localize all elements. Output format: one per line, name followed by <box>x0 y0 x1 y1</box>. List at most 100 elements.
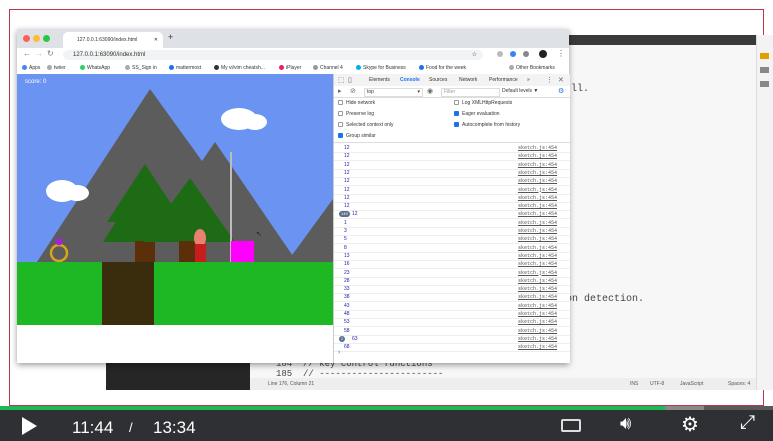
option-group-similar[interactable]: Group similar <box>338 133 376 139</box>
bookmark-item[interactable]: iPlayer <box>279 65 301 71</box>
bookmark-item[interactable]: Food for the week <box>419 65 466 71</box>
canyon <box>102 262 154 325</box>
option-eager-evaluation[interactable]: Eager evaluation <box>454 111 500 117</box>
extension-icon[interactable] <box>497 51 503 57</box>
play-icon[interactable] <box>22 417 37 435</box>
bookmark-item[interactable]: WhatsApp <box>80 65 110 71</box>
console-prompt[interactable]: › <box>338 349 340 356</box>
warning-icon[interactable] <box>760 53 769 59</box>
browser-tab[interactable]: 127.0.0.1:63090/index.html ✕ <box>63 32 163 48</box>
log-source-link[interactable]: sketch.js:454 <box>518 270 557 276</box>
close-devtools-icon[interactable]: ✕ <box>558 76 564 84</box>
log-source-link[interactable]: sketch.js:454 <box>518 195 557 201</box>
log-source-link[interactable]: sketch.js:454 <box>518 311 557 317</box>
checkbox[interactable] <box>454 111 459 117</box>
checkbox[interactable] <box>338 133 343 139</box>
log-source-link[interactable]: sketch.js:454 <box>518 211 557 217</box>
fullscreen-icon[interactable]: ⤢ <box>740 412 755 434</box>
log-source-link[interactable]: sketch.js:454 <box>518 319 557 325</box>
eye-icon[interactable]: ◉ <box>427 87 433 95</box>
checkbox[interactable] <box>338 111 343 117</box>
bookmark-item[interactable]: SS_Sign in <box>125 65 157 71</box>
log-levels-select[interactable]: Default levels ▼ <box>502 88 538 94</box>
option-selected-context[interactable]: Selected context only <box>338 122 394 128</box>
close-window-button[interactable] <box>23 35 30 42</box>
device-toggle-icon[interactable]: ▯ <box>348 76 352 84</box>
captions-icon[interactable] <box>561 419 581 432</box>
game-canvas[interactable]: score: 0 ↖ <box>17 74 333 325</box>
back-icon[interactable]: ← <box>23 49 31 58</box>
log-source-link[interactable]: sketch.js:454 <box>518 245 557 251</box>
checkbox[interactable] <box>338 122 343 128</box>
more-tabs-icon[interactable]: » <box>527 77 530 83</box>
inspect-icon[interactable]: ⬚ <box>338 76 345 84</box>
log-source-link[interactable]: sketch.js:454 <box>518 187 557 193</box>
indent-select[interactable]: Spaces: 4 <box>728 381 750 387</box>
context-select[interactable]: top ▾ <box>364 88 423 97</box>
tab-performance[interactable]: Performance <box>489 77 518 83</box>
option-preserve-log[interactable]: Preserve log <box>338 111 374 117</box>
option-hide-network[interactable]: Hide network <box>338 100 375 106</box>
bookmark-item[interactable]: mattermost <box>169 65 201 71</box>
log-source-link[interactable]: sketch.js:454 <box>518 344 557 350</box>
bookmark-item[interactable]: Other Bookmarks <box>509 65 555 71</box>
log-source-link[interactable]: sketch.js:454 <box>518 336 557 342</box>
log-source-link[interactable]: sketch.js:454 <box>518 228 557 234</box>
reload-icon[interactable]: ↻ <box>47 49 54 58</box>
checkbox[interactable] <box>454 122 459 128</box>
log-source-link[interactable]: sketch.js:454 <box>518 278 557 284</box>
option-autocomplete-history[interactable]: Autocomplete from history <box>454 122 520 128</box>
profile-avatar[interactable] <box>539 50 547 58</box>
bookmark-item[interactable]: My vi/vim cheatsh... <box>214 65 265 71</box>
log-source-link[interactable]: sketch.js:454 <box>518 220 557 226</box>
log-source-link[interactable]: sketch.js:454 <box>518 203 557 209</box>
log-source-link[interactable]: sketch.js:454 <box>518 236 557 242</box>
browser-window: 127.0.0.1:63090/index.html ✕ + ← → ↻ 127… <box>17 29 570 363</box>
bookmark-item[interactable]: Channel 4 <box>313 65 343 71</box>
bookmark-item[interactable]: Skype for Business <box>356 65 406 71</box>
cloud <box>65 185 89 201</box>
log-source-link[interactable]: sketch.js:454 <box>518 303 557 309</box>
editor-status-bar: Line 176, Column 21 INS UTF-8 JavaScript… <box>250 378 756 390</box>
image-icon[interactable] <box>760 67 769 73</box>
bookmark-item[interactable]: twiier <box>47 65 66 71</box>
log-source-link[interactable]: sketch.js:454 <box>518 145 557 151</box>
log-source-link[interactable]: sketch.js:454 <box>518 178 557 184</box>
menu-icon[interactable]: ⋮ <box>557 49 565 58</box>
extension-icon[interactable] <box>523 51 529 57</box>
tab-close-icon[interactable]: ✕ <box>154 32 158 48</box>
settings-menu-icon[interactable]: ⋮ <box>546 76 553 84</box>
extension-icon[interactable] <box>510 51 516 57</box>
volume-icon[interactable]: 🔊︎ <box>620 413 631 434</box>
language-select[interactable]: JavaScript <box>680 381 703 387</box>
log-source-link[interactable]: sketch.js:454 <box>518 261 557 267</box>
checkbox[interactable] <box>338 100 343 106</box>
console-settings-icon[interactable]: ⚙ <box>558 87 564 95</box>
tab-console[interactable]: Console <box>400 77 420 83</box>
option-log-xhr[interactable]: Log XMLHttpRequests <box>454 100 512 106</box>
tab-sources[interactable]: Sources <box>429 77 447 83</box>
log-source-link[interactable]: sketch.js:454 <box>518 170 557 176</box>
bookmark-star-icon[interactable]: ☆ <box>472 50 477 60</box>
log-source-link[interactable]: sketch.js:454 <box>518 328 557 334</box>
log-source-link[interactable]: sketch.js:454 <box>518 286 557 292</box>
log-source-link[interactable]: sketch.js:454 <box>518 162 557 168</box>
maximize-window-button[interactable] <box>43 35 50 42</box>
log-source-link[interactable]: sketch.js:454 <box>518 294 557 300</box>
console-filter-input[interactable]: Filter <box>441 88 500 97</box>
bookmark-item[interactable]: Apps <box>22 65 40 71</box>
minimize-window-button[interactable] <box>33 35 40 42</box>
forward-icon[interactable]: → <box>35 49 43 58</box>
log-source-link[interactable]: sketch.js:454 <box>518 153 557 159</box>
tab-network[interactable]: Network <box>459 77 477 83</box>
address-bar[interactable]: 127.0.0.1:63090/index.html ☆ <box>63 50 483 60</box>
sidebar-toggle-icon[interactable]: ▸ <box>338 87 342 95</box>
new-tab-button[interactable]: + <box>168 32 173 42</box>
settings-gear-icon[interactable]: ⚙ <box>681 412 699 437</box>
checkbox[interactable] <box>454 100 459 106</box>
tab-elements[interactable]: Elements <box>369 77 390 83</box>
clear-console-icon[interactable]: ⊘ <box>350 87 356 95</box>
folder-icon[interactable] <box>760 81 769 87</box>
log-source-link[interactable]: sketch.js:454 <box>518 253 557 259</box>
encoding-select[interactable]: UTF-8 <box>650 381 664 387</box>
